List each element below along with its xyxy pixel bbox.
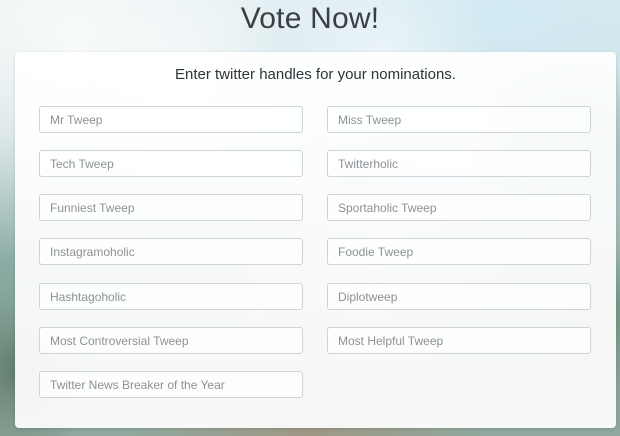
form-subtitle: Enter twitter handles for your nominatio… <box>175 66 456 83</box>
instagramoholic-input[interactable] <box>39 238 303 265</box>
miss-tweep-input[interactable] <box>327 106 591 133</box>
mr-tweep-input[interactable] <box>39 106 303 133</box>
page-title: Vote Now! <box>240 2 380 35</box>
hashtagoholic-input[interactable] <box>39 283 303 310</box>
nomination-form-card: Enter twitter handles for your nominatio… <box>15 52 616 428</box>
tech-tweep-input[interactable] <box>39 150 303 177</box>
most-helpful-tweep-input[interactable] <box>327 327 591 354</box>
funniest-tweep-input[interactable] <box>39 194 303 221</box>
sportaholic-tweep-input[interactable] <box>327 194 591 221</box>
most-controversial-tweep-input[interactable] <box>39 327 303 354</box>
page-background: Vote Now! Enter twitter handles for your… <box>0 0 620 436</box>
twitter-news-breaker-input[interactable] <box>39 371 303 398</box>
twitterholic-input[interactable] <box>327 150 591 177</box>
foodie-tweep-input[interactable] <box>327 238 591 265</box>
diplotweep-input[interactable] <box>327 283 591 310</box>
